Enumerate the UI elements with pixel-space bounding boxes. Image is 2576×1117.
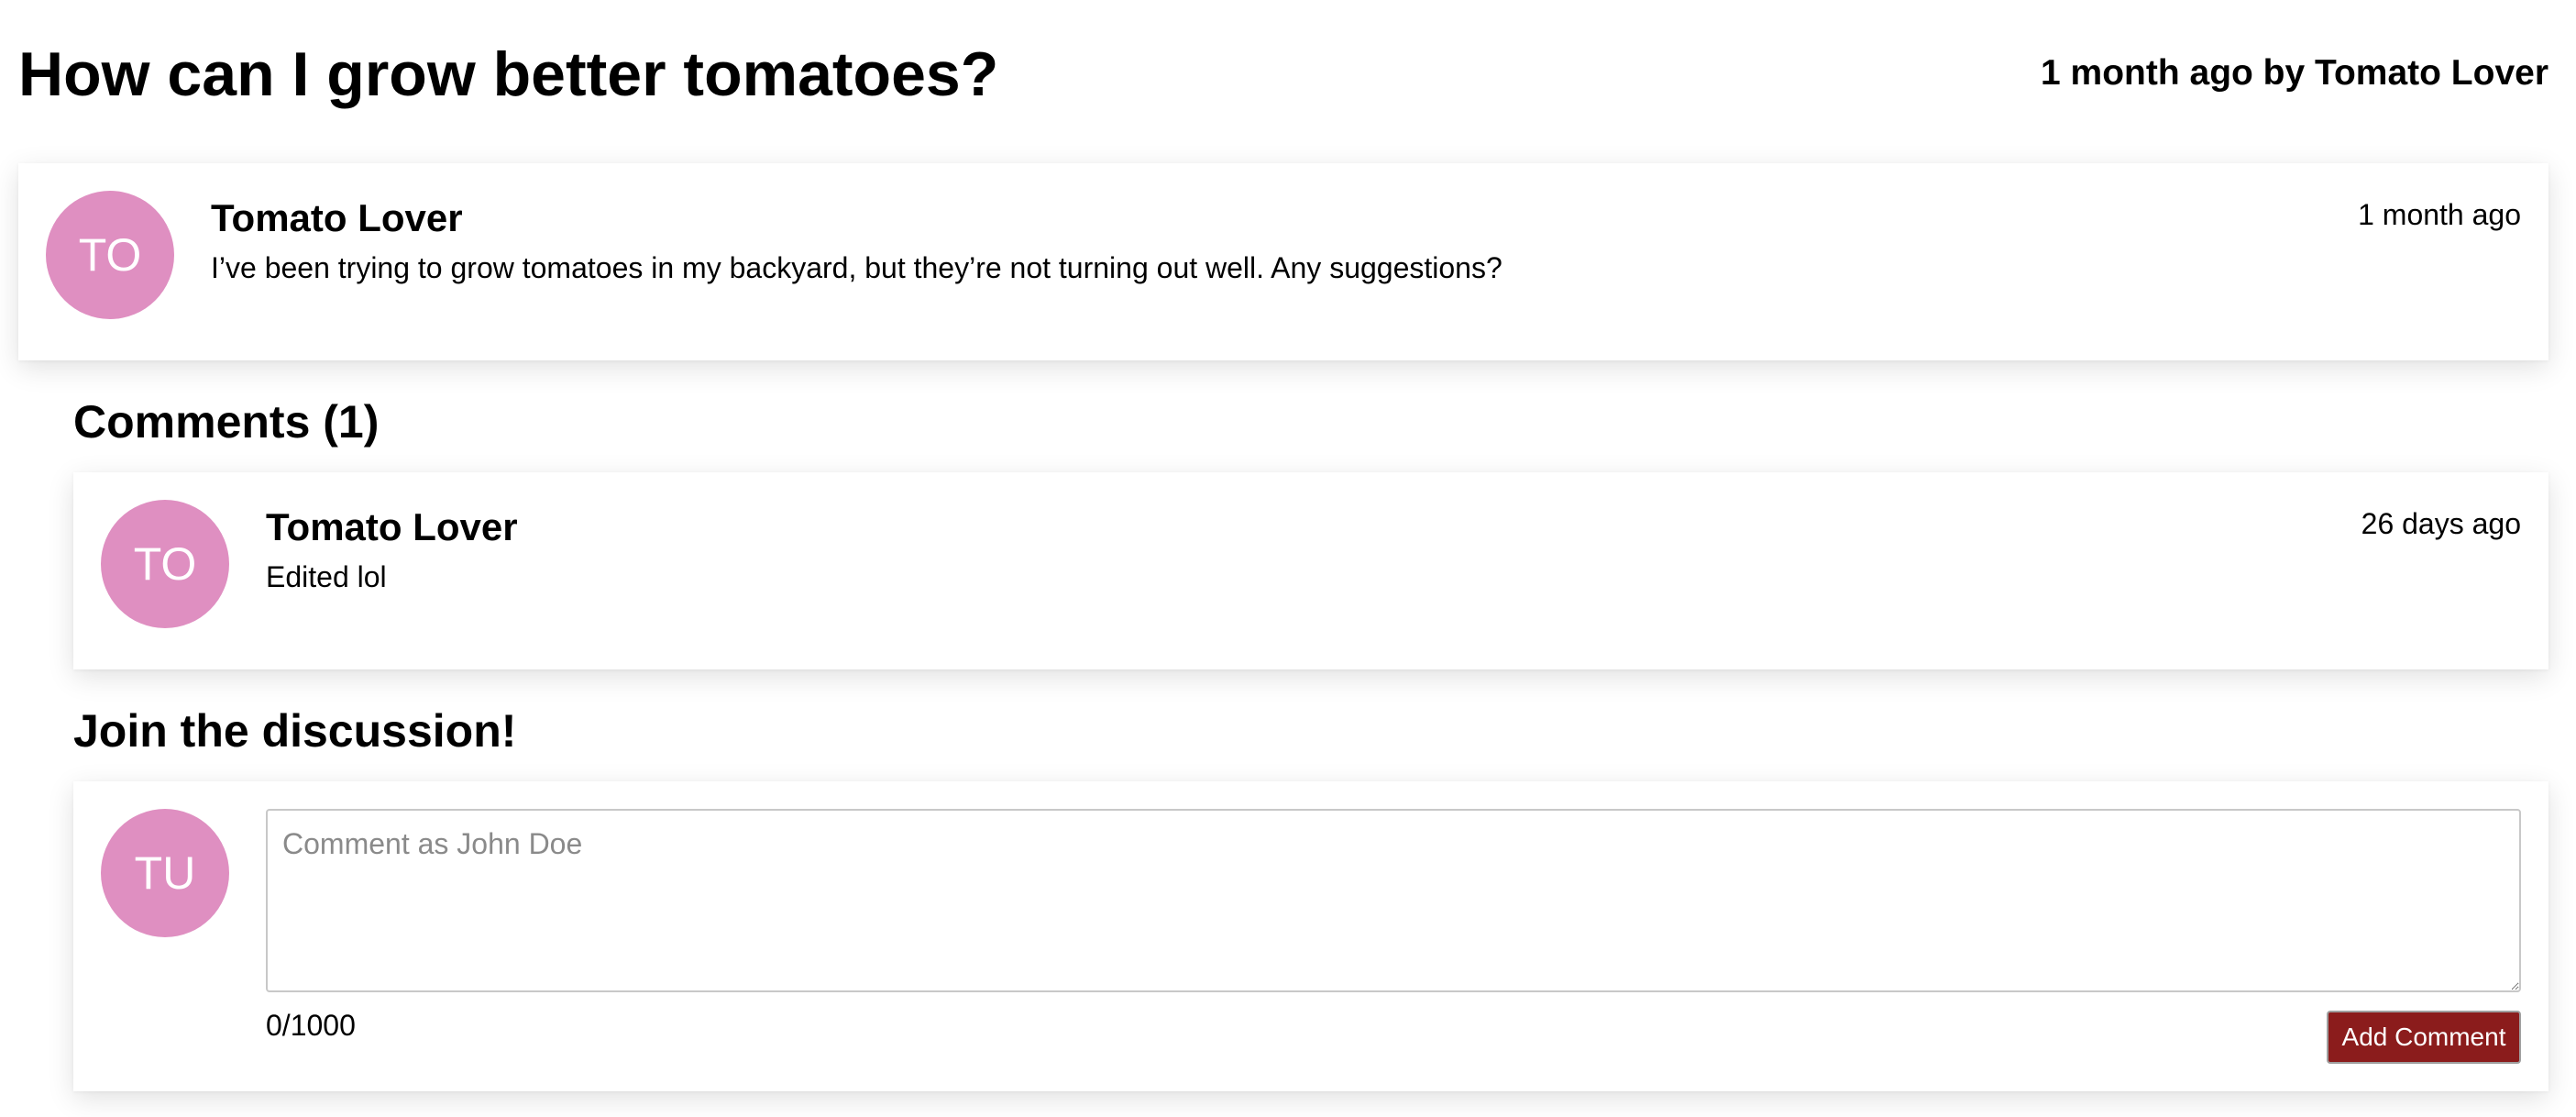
character-count: 0/1000 [266, 1009, 356, 1042]
post-timestamp: 1 month ago [2358, 198, 2521, 231]
comment-item: TO Tomato Lover Edited lol 26 days ago [73, 472, 2548, 669]
join-discussion-heading: Join the discussion! [73, 705, 517, 757]
page-title: How can I grow better tomatoes? [18, 39, 999, 109]
comment-timestamp: 26 days ago [2361, 507, 2521, 540]
comments-heading: Comments (1) [73, 396, 380, 448]
comment-form: TU 0/1000 Add Comment [73, 781, 2548, 1091]
avatar: TU [101, 809, 229, 937]
post-meta: 1 month ago by Tomato Lover [2041, 53, 2548, 93]
comment-body: Edited lol [266, 560, 387, 593]
post-header: How can I grow better tomatoes? 1 month … [18, 37, 2548, 112]
original-post: TO Tomato Lover I’ve been trying to grow… [18, 163, 2548, 360]
comment-input[interactable] [266, 809, 2521, 992]
avatar: TO [46, 191, 174, 319]
post-body: I’ve been trying to grow tomatoes in my … [211, 251, 1503, 284]
add-comment-button[interactable]: Add Comment [2327, 1011, 2521, 1064]
avatar: TO [101, 500, 229, 628]
post-author: Tomato Lover [211, 196, 463, 239]
comment-author: Tomato Lover [266, 505, 518, 548]
